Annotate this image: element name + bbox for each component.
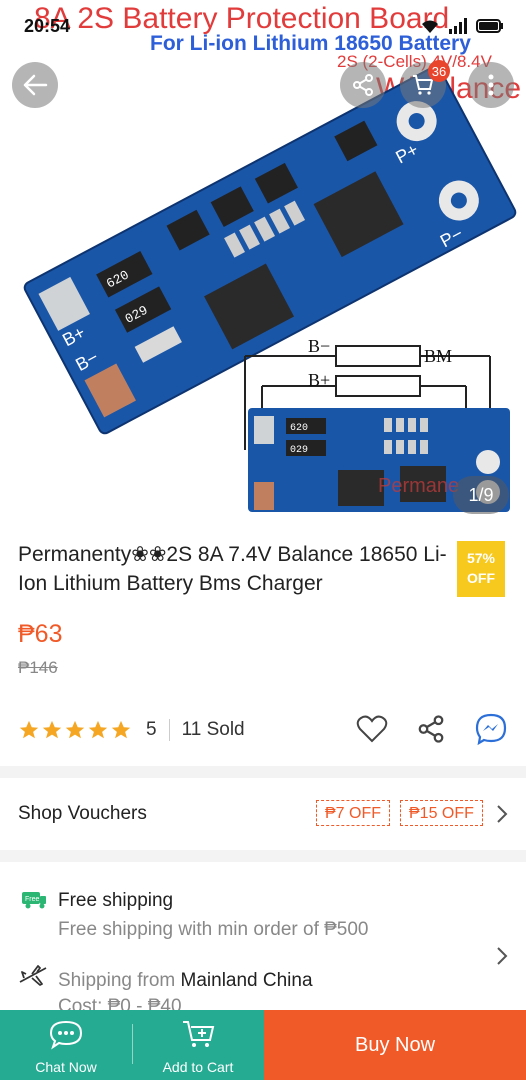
status-icons [420, 18, 504, 34]
shipping-from: Shipping from Mainland China [58, 970, 313, 992]
original-price: ₱146 [18, 658, 58, 677]
section-divider [0, 850, 526, 862]
chevron-right-icon [497, 805, 508, 823]
shipping-section[interactable]: Free Free shipping Free shipping with mi… [0, 874, 526, 1017]
voucher-15-off[interactable]: ₱15 OFF [400, 800, 483, 826]
back-button[interactable] [12, 62, 58, 108]
free-shipping-subtitle: Free shipping with min order of ₱500 [58, 919, 369, 940]
more-options-button[interactable] [468, 62, 514, 108]
messenger-icon[interactable] [474, 712, 508, 746]
discount-off: OFF [467, 570, 495, 586]
star-icon [111, 720, 131, 739]
star-icon [88, 720, 108, 739]
shipping-from-value: Mainland China [180, 970, 313, 991]
arrow-left-icon [23, 74, 48, 96]
shop-vouchers-row[interactable]: Shop Vouchers ₱7 OFF ₱15 OFF [0, 778, 526, 850]
free-shipping-truck-icon: Free [22, 892, 46, 909]
shop-vouchers-label: Shop Vouchers [18, 803, 147, 824]
wiring-b-plus-label: B+ [308, 370, 330, 390]
discount-tag: 57% OFF [457, 541, 505, 597]
pcb-board-illustration: 620 029 B+ B− P+ P− B− B+ BM 620 029 Per… [23, 65, 517, 512]
airplane-icon [19, 965, 47, 986]
star-rating [18, 719, 132, 741]
product-actions [356, 712, 508, 746]
battery-icon [476, 19, 503, 33]
free-badge-text: Free [25, 896, 40, 903]
wiring-bm-label: BM [424, 346, 452, 366]
share-icon [353, 74, 373, 96]
star-icon [19, 720, 39, 739]
heart-icon[interactable] [356, 714, 388, 744]
free-shipping-title: Free shipping [58, 890, 174, 911]
chat-bubble-icon [49, 1020, 83, 1050]
bottom-action-bar: Chat Now Add to Cart Buy Now [0, 1010, 526, 1080]
star-icon [42, 720, 62, 739]
section-divider [0, 766, 526, 778]
product-image-carousel[interactable]: 8A 2S Battery Protection Board For Li-io… [0, 0, 526, 526]
more-vertical-icon [488, 74, 494, 96]
chevron-right-icon [497, 947, 508, 965]
image-counter: 1/9 [453, 476, 509, 514]
share-icon[interactable] [416, 714, 446, 744]
current-price: ₱63 [18, 620, 63, 648]
star-icon [65, 720, 85, 739]
rating-value: 5 [146, 719, 157, 740]
buy-now-button[interactable]: Buy Now [264, 1010, 526, 1080]
signal-icon [449, 18, 467, 34]
wiring-b-minus-label: B− [308, 336, 330, 356]
discount-percent: 57% [466, 550, 496, 566]
shipping-from-label: Shipping from [58, 970, 176, 991]
sold-count: 11 Sold [181, 719, 245, 740]
share-top-button[interactable] [340, 62, 386, 108]
voucher-7-off[interactable]: ₱7 OFF [316, 800, 391, 826]
rating-divider [168, 719, 170, 741]
add-to-cart-button[interactable]: Add to Cart [132, 1010, 264, 1080]
chat-now-label: Chat Now [35, 1059, 97, 1075]
product-title: Permanenty❀❀2S 8A 7.4V Balance 18650 Li-… [18, 543, 447, 595]
status-time: 20:54 [24, 16, 71, 36]
watermark-text: Permane [378, 475, 459, 497]
cart-badge: 36 [428, 60, 450, 82]
small-resistor-029: 029 [290, 445, 308, 456]
wifi-icon [422, 20, 438, 33]
small-resistor-620: 620 [290, 423, 308, 434]
bottom-left-group: Chat Now Add to Cart [0, 1010, 264, 1080]
add-to-cart-icon [183, 1021, 215, 1047]
status-bar: 20:54 [0, 0, 526, 56]
add-to-cart-label: Add to Cart [162, 1059, 234, 1075]
chat-now-button[interactable]: Chat Now [0, 1010, 132, 1080]
